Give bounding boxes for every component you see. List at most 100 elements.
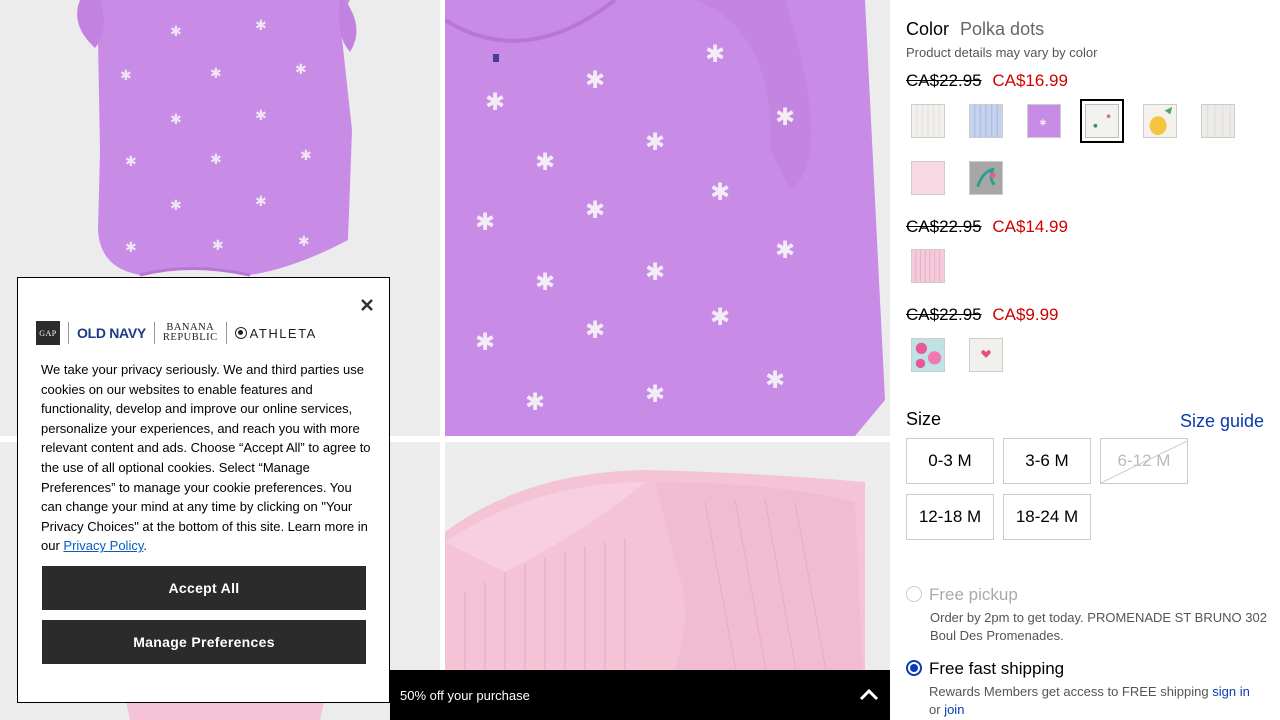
svg-text:✱: ✱ <box>1039 118 1046 128</box>
size-option-18-24m[interactable]: 18-24 M <box>1003 494 1091 540</box>
cookie-message: We take your privacy seriously. We and t… <box>41 360 373 556</box>
divider <box>68 322 69 344</box>
brand-logos: GAP OLD NAVY BANANA REPUBLIC ATHLETA <box>36 320 346 346</box>
original-price: CA$22.95 <box>906 217 982 236</box>
svg-text:✱: ✱ <box>485 88 505 116</box>
svg-text:✱: ✱ <box>170 112 182 128</box>
shipping-title: Free fast shipping <box>929 659 1065 678</box>
color-label: Color <box>906 19 950 39</box>
purple-palm-swatch[interactable]: ✱ <box>1027 104 1061 138</box>
svg-text:✱: ✱ <box>125 154 137 170</box>
svg-text:✱: ✱ <box>585 66 605 94</box>
privacy-policy-link[interactable]: Privacy Policy <box>63 538 143 553</box>
svg-text:✱: ✱ <box>645 128 665 156</box>
svg-text:✱: ✱ <box>255 108 267 124</box>
svg-text:✱: ✱ <box>775 236 795 264</box>
cookie-body: We take your privacy seriously. We and t… <box>41 362 371 554</box>
promo-text: 50% off your purchase <box>400 687 530 703</box>
svg-text:✱: ✱ <box>295 62 307 78</box>
pineapple-swatch[interactable] <box>1143 104 1177 138</box>
price-group-3: CA$22.95 CA$9.99 <box>906 305 1059 325</box>
cream-stripe-swatch[interactable] <box>911 104 945 138</box>
shipping-desc-text: Rewards Members get access to FREE shipp… <box>929 684 1209 699</box>
svg-text:✱: ✱ <box>710 178 730 206</box>
svg-text:✱: ✱ <box>710 303 730 331</box>
pink-stripe-swatch[interactable] <box>911 249 945 283</box>
svg-text:✱: ✱ <box>775 103 795 131</box>
svg-text:✱: ✱ <box>300 148 312 164</box>
size-option-12-18m[interactable]: 12-18 M <box>906 494 994 540</box>
svg-text:✱: ✱ <box>475 328 495 356</box>
shipping-radio[interactable] <box>906 660 922 676</box>
product-image-closeup-lilac[interactable]: ✱ ✱ ✱ ✱ ✱ ✱ ✱ ✱ ✱ ✱ ✱ ✱ ✱ ✱ ✱ ✱ ✱ ✱ <box>445 0 890 436</box>
pickup-desc-line-1: Order by 2pm to get today. PROMENADE ST … <box>930 610 1267 625</box>
mermaid-swatch[interactable] <box>969 161 1003 195</box>
old-navy-logo: OLD NAVY <box>77 325 146 341</box>
svg-text:✱: ✱ <box>705 40 725 68</box>
original-price: CA$22.95 <box>906 71 982 90</box>
close-icon[interactable] <box>359 297 375 313</box>
color-vary-note: Product details may vary by color <box>906 45 1098 60</box>
promo-bar[interactable]: 50% off your purchase <box>390 670 890 720</box>
sign-in-link[interactable]: sign in <box>1212 684 1250 699</box>
svg-text:✱: ✱ <box>535 148 555 176</box>
accept-all-button[interactable]: Accept All <box>41 565 367 611</box>
svg-text:✱: ✱ <box>120 68 132 84</box>
chevron-up-icon[interactable] <box>858 684 880 706</box>
size-guide-link[interactable]: Size guide <box>1180 411 1264 432</box>
shipping-desc-line-2: or join <box>929 701 964 719</box>
color-row: Color Polka dots <box>906 19 1044 40</box>
color-value: Polka dots <box>960 19 1045 39</box>
pickup-desc-line-2: Boul Des Promenades. <box>930 628 1064 643</box>
svg-text:✱: ✱ <box>645 380 665 408</box>
banana-republic-line-2: REPUBLIC <box>162 332 218 343</box>
svg-text:✱: ✱ <box>475 208 495 236</box>
join-link[interactable]: join <box>944 702 964 717</box>
pickup-title: Free pickup <box>929 585 1018 604</box>
athleta-icon <box>234 327 247 339</box>
heart-swatch[interactable] <box>969 338 1003 372</box>
divider <box>153 322 155 344</box>
price-group-2: CA$22.95 CA$14.99 <box>906 217 1068 237</box>
size-option-3-6m[interactable]: 3-6 M <box>1003 438 1091 484</box>
svg-text:✱: ✱ <box>645 258 665 286</box>
size-option-0-3m[interactable]: 0-3 M <box>906 438 994 484</box>
svg-text:✱: ✱ <box>170 24 182 40</box>
cookie-period: . <box>143 538 147 554</box>
svg-text:✱: ✱ <box>585 316 605 344</box>
banana-republic-logo: BANANA REPUBLIC <box>162 322 218 343</box>
product-details-panel: Color Polka dots Product details may var… <box>890 0 1280 720</box>
manage-preferences-button[interactable]: Manage Preferences <box>41 619 367 665</box>
svg-text:✱: ✱ <box>525 388 545 416</box>
svg-text:✱: ✱ <box>210 66 222 82</box>
athleta-logo: ATHLETA <box>234 325 317 341</box>
floral-swatch[interactable] <box>911 338 945 372</box>
pickup-radio[interactable] <box>906 586 922 602</box>
grey-stripe-swatch[interactable] <box>1201 104 1235 138</box>
svg-text:✱: ✱ <box>535 268 555 296</box>
svg-text:✱: ✱ <box>765 366 785 394</box>
pink-solid-swatch[interactable] <box>911 161 945 195</box>
sale-price: CA$9.99 <box>992 305 1059 324</box>
sale-price: CA$16.99 <box>992 71 1068 90</box>
blue-stripe-swatch[interactable] <box>969 104 1003 138</box>
svg-text:✱: ✱ <box>255 194 267 210</box>
polka-dots-swatch[interactable] <box>1080 99 1124 143</box>
shipping-desc: Rewards Members get access to FREE shipp… <box>929 683 1250 701</box>
svg-text:✱: ✱ <box>298 234 310 250</box>
size-option-6-12m[interactable]: 6-12 M <box>1100 438 1188 484</box>
cookie-consent-dialog: GAP OLD NAVY BANANA REPUBLIC ATHLETA We … <box>17 277 390 703</box>
gap-logo: GAP <box>36 321 60 345</box>
lilac-closeup-image: ✱ ✱ ✱ ✱ ✱ ✱ ✱ ✱ ✱ ✱ ✱ ✱ ✱ ✱ ✱ ✱ ✱ ✱ <box>445 0 890 436</box>
svg-text:✱: ✱ <box>212 238 224 254</box>
sale-price: CA$14.99 <box>992 217 1068 236</box>
divider <box>225 322 227 344</box>
size-label: Size <box>906 409 942 429</box>
original-price: CA$22.95 <box>906 305 982 324</box>
or-text: or <box>929 702 941 717</box>
price-group-1: CA$22.95 CA$16.99 <box>906 71 1068 91</box>
svg-text:✱: ✱ <box>255 18 267 34</box>
athleta-wordmark: ATHLETA <box>249 325 317 341</box>
svg-text:✱: ✱ <box>585 196 605 224</box>
svg-text:✱: ✱ <box>125 240 137 256</box>
